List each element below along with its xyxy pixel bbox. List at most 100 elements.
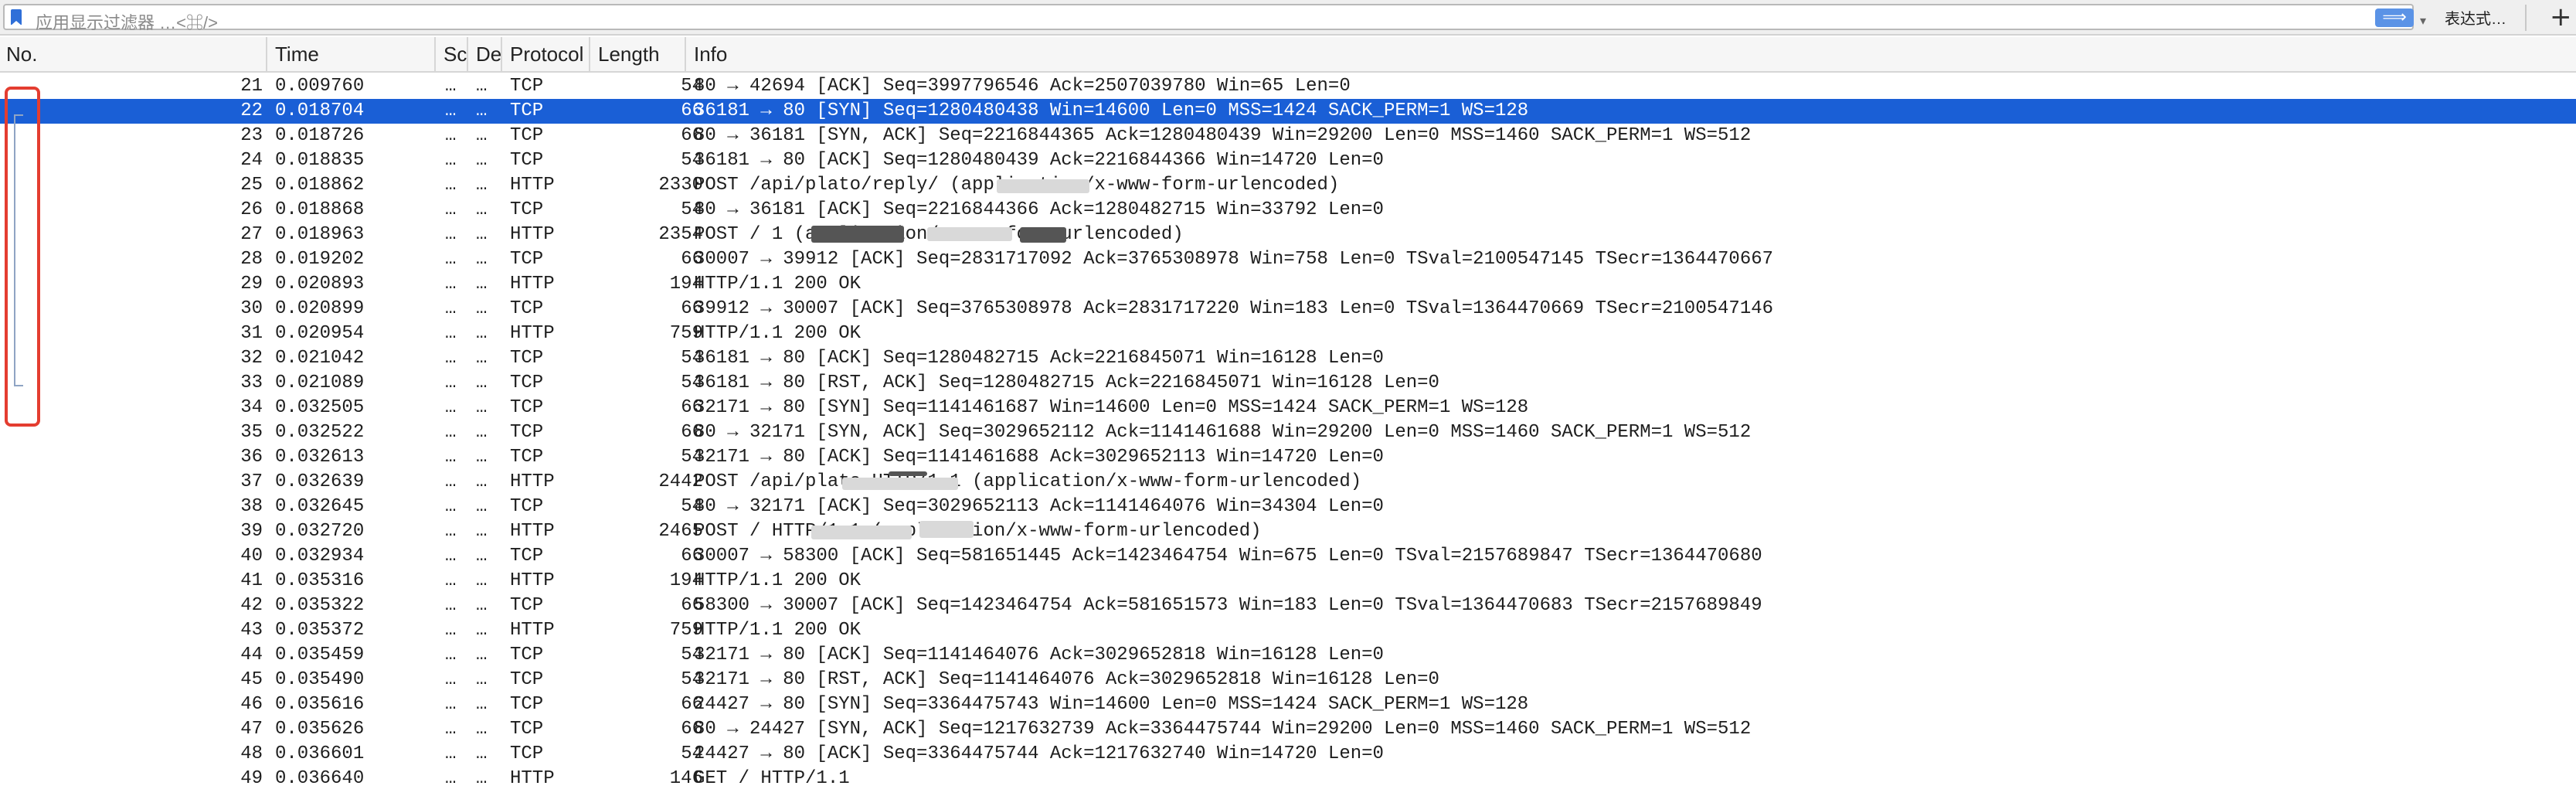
packet-time-cell: 0.035616 <box>275 694 365 715</box>
packet-row[interactable]: 40 0.032934 … … TCP 66 30007 → 58300 [ACK] Seq… <box>0 544 2576 569</box>
packet-destination-cell: … <box>476 768 488 789</box>
expression-button[interactable]: 表达式… <box>2445 6 2506 29</box>
packet-row[interactable]: 29 0.020893 … … HTTP 194 HTTP/1.1 200 OK <box>0 272 2576 297</box>
packet-source-cell: … <box>445 323 457 344</box>
apply-filter-button[interactable]: ⟹ <box>2375 9 2414 27</box>
packet-row[interactable]: 41 0.035316 … … HTTP 194 HTTP/1.1 200 OK <box>0 569 2576 594</box>
packet-info-cell: 80 → 36181 [SYN, ACK] Seq=2216844365 Ack… <box>694 125 1752 146</box>
packet-length-cell: 2465 <box>658 521 703 542</box>
packet-time-cell: 0.020893 <box>275 274 365 294</box>
packet-no-cell: 38 <box>240 496 263 517</box>
packet-destination-cell: … <box>476 175 488 196</box>
add-filter-button[interactable]: + <box>2550 2 2572 32</box>
packet-source-cell: … <box>445 199 457 220</box>
packet-no-cell: 28 <box>240 249 263 270</box>
packet-row[interactable]: 43 0.035372 … … HTTP 759 HTTP/1.1 200 OK <box>0 618 2576 643</box>
column-header-time[interactable]: Time <box>269 37 436 71</box>
packet-list-header: No. Time Sc De Protocol Length Info <box>0 37 2576 73</box>
packet-time-cell: 0.032613 <box>275 447 365 468</box>
packet-info-cell: 80 → 36181 [ACK] Seq=2216844366 Ack=1280… <box>694 199 1384 220</box>
packet-no-cell: 24 <box>240 150 263 171</box>
packet-row[interactable]: 44 0.035459 … … TCP 54 32171 → 80 [ACK] Seq=11… <box>0 643 2576 668</box>
column-header-source[interactable]: Sc <box>437 37 468 71</box>
packet-row[interactable]: 24 0.018835 … … TCP 54 36181 → 80 [ACK] Seq=12… <box>0 148 2576 173</box>
packet-row[interactable]: 30 0.020899 … … TCP 66 39912 → 30007 [ACK] Seq… <box>0 297 2576 321</box>
packet-row[interactable]: 46 0.035616 … … TCP 66 24427 → 80 [SYN] Seq=33… <box>0 692 2576 717</box>
packet-length-cell: 194 <box>669 274 703 294</box>
packet-destination-cell: … <box>476 694 488 715</box>
packet-source-cell: … <box>445 719 457 740</box>
packet-row[interactable]: 39 0.032720 … … HTTP 2465 POST / HTTP/1.1 (app… <box>0 519 2576 544</box>
packet-destination-cell: … <box>476 719 488 740</box>
packet-row[interactable]: 45 0.035490 … … TCP 54 32171 → 80 [RST, ACK] S… <box>0 668 2576 692</box>
packet-info-cell: 80 → 24427 [SYN, ACK] Seq=1217632739 Ack… <box>694 719 1752 740</box>
packet-row[interactable]: 28 0.019202 … … TCP 66 30007 → 39912 [ACK] Seq… <box>0 247 2576 272</box>
packet-time-cell: 0.036640 <box>275 768 365 789</box>
packet-info-cell: 32171 → 80 [RST, ACK] Seq=1141464076 Ack… <box>694 669 1439 690</box>
packet-source-cell: … <box>445 224 457 245</box>
packet-destination-cell: … <box>476 274 488 294</box>
packet-length-cell: 66 <box>681 595 703 616</box>
packet-row[interactable]: 22 0.018704 … … TCP 66 36181 → 80 [SYN] Seq=12… <box>0 99 2576 124</box>
packet-time-cell: 0.021042 <box>275 348 365 369</box>
packet-row[interactable]: 48 0.036601 … … TCP 54 24427 → 80 [ACK] Seq=33… <box>0 742 2576 767</box>
packet-source-cell: … <box>445 447 457 468</box>
packet-no-cell: 49 <box>240 768 263 789</box>
packet-protocol-cell: TCP <box>510 249 544 270</box>
packet-row[interactable]: 37 0.032639 … … HTTP 2442 POST /api/plato HTTP… <box>0 470 2576 495</box>
packet-length-cell: 54 <box>681 150 703 171</box>
packet-destination-cell: … <box>476 471 488 492</box>
column-header-length[interactable]: Length <box>592 37 686 71</box>
packet-time-cell: 0.035626 <box>275 719 365 740</box>
display-filter-input[interactable]: 应用显示过滤器 …<⌘/> ⟹ ▾ <box>3 4 2426 32</box>
packet-no-cell: 22 <box>240 100 263 121</box>
packet-protocol-cell: TCP <box>510 298 544 319</box>
packet-info-cell: 32171 → 80 [ACK] Seq=1141461688 Ack=3029… <box>694 447 1384 468</box>
packet-destination-cell: … <box>476 224 488 245</box>
bookmark-icon[interactable] <box>11 9 22 26</box>
filter-placeholder: 应用显示过滤器 …<⌘/> <box>36 13 218 32</box>
packet-row[interactable]: 49 0.036640 … … HTTP 146 GET / HTTP/1.1 <box>0 767 2576 791</box>
packet-row[interactable]: 270.018963……HTTP2354POST / 1 (applicatio… <box>0 223 2576 247</box>
packet-row[interactable]: 31 0.020954 … … HTTP 759 HTTP/1.1 200 OK <box>0 321 2576 346</box>
packet-time-cell: 0.020954 <box>275 323 365 344</box>
packet-row[interactable]: 35 0.032522 … … TCP 66 80 → 32171 [SYN, ACK] S… <box>0 420 2576 445</box>
packet-row[interactable]: 25 0.018862 … … HTTP 2330 POST /api/plato/repl… <box>0 173 2576 198</box>
packet-length-cell: 146 <box>669 768 703 789</box>
column-header-info[interactable]: Info <box>688 37 2576 71</box>
packet-row[interactable]: 47 0.035626 … … TCP 66 80 → 24427 [SYN, ACK] S… <box>0 717 2576 742</box>
packet-protocol-cell: TCP <box>510 496 544 517</box>
packet-time-cell: 0.018704 <box>275 100 365 121</box>
packet-row[interactable]: 21 0.009760 … … TCP 54 80 → 42694 [ACK] Seq=39… <box>0 74 2576 99</box>
packet-protocol-cell: TCP <box>510 719 544 740</box>
packet-length-cell: 54 <box>681 743 703 764</box>
packet-row[interactable]: 23 0.018726 … … TCP 66 80 → 36181 [SYN, ACK] S… <box>0 124 2576 148</box>
column-header-no[interactable]: No. <box>0 37 267 71</box>
packet-source-cell: … <box>445 76 457 97</box>
packet-length-cell: 54 <box>681 76 703 97</box>
packet-time-cell: 0.009760 <box>275 76 365 97</box>
packet-row[interactable]: 36 0.032613 … … TCP 54 32171 → 80 [ACK] Seq=11… <box>0 445 2576 470</box>
packet-source-cell: … <box>445 422 457 443</box>
packet-row[interactable]: 32 0.021042 … … TCP 54 36181 → 80 [ACK] Seq=12… <box>0 346 2576 371</box>
packet-length-cell: 2330 <box>658 175 703 196</box>
packet-destination-cell: … <box>476 570 488 591</box>
column-header-destination[interactable]: De <box>470 37 502 71</box>
packet-destination-cell: … <box>476 100 488 121</box>
packet-row[interactable]: 34 0.032505 … … TCP 66 32171 → 80 [SYN] Seq=11… <box>0 396 2576 420</box>
packet-protocol-cell: TCP <box>510 422 544 443</box>
packet-row[interactable]: 33 0.021089 … … TCP 54 36181 → 80 [RST, ACK] S… <box>0 371 2576 396</box>
packet-destination-cell: … <box>476 422 488 443</box>
chevron-down-icon[interactable]: ▾ <box>2420 13 2426 28</box>
packet-no-cell: 27 <box>240 224 263 245</box>
packet-row[interactable]: 38 0.032645 … … TCP 54 80 → 32171 [ACK] Seq=30… <box>0 495 2576 519</box>
packet-row[interactable]: 26 0.018868 … … TCP 54 80 → 36181 [ACK] Seq=22… <box>0 198 2576 223</box>
packet-protocol-cell: HTTP <box>510 323 555 344</box>
redaction-smudge <box>927 227 1012 241</box>
packet-destination-cell: … <box>476 620 488 641</box>
packet-row[interactable]: 42 0.035322 … … TCP 66 58300 → 30007 [ACK] Seq… <box>0 594 2576 618</box>
packet-time-cell: 0.032720 <box>275 521 365 542</box>
column-header-protocol[interactable]: Protocol <box>504 37 590 71</box>
packet-time-cell: 0.032522 <box>275 422 365 443</box>
packet-list: 21 0.009760…… TCP 54 80 → 42694 [ACK] Seq=39… <box>0 74 2576 791</box>
